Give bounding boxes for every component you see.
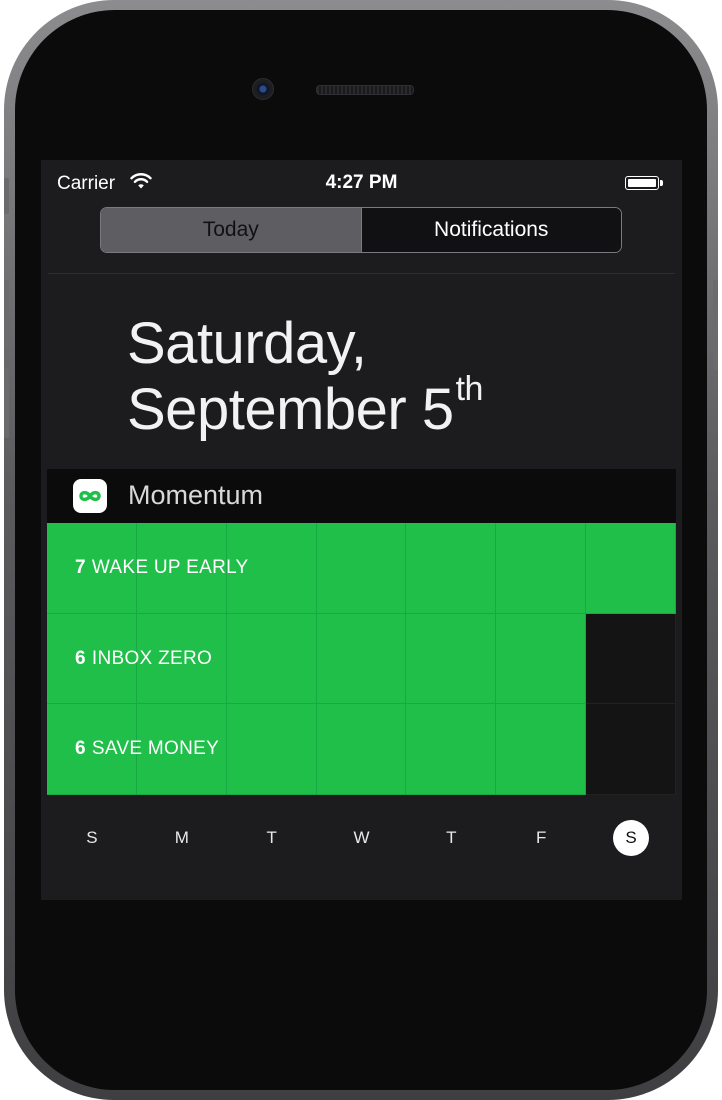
habit-streak-count: 6 [75, 647, 86, 669]
volume-down-button [4, 368, 9, 438]
widget-header[interactable]: Momentum [47, 469, 676, 523]
habit-day-completed[interactable] [496, 613, 587, 705]
habit-day-completed[interactable] [586, 523, 676, 614]
habit-day-empty[interactable] [586, 613, 676, 705]
habit-day-completed[interactable] [316, 704, 407, 795]
day-label: T [446, 828, 457, 847]
status-bar: Carrier 4:27 PM [41, 160, 682, 204]
habit-row-label: 7 WAKE UP EARLY [75, 557, 249, 579]
habit-day-completed[interactable] [316, 613, 407, 705]
power-button [713, 280, 718, 370]
infinity-icon [73, 479, 107, 513]
habit-grid: 7 WAKE UP EARLY 6 INBOX ZERO 6 SAVE MONEY [47, 523, 676, 795]
habit-day-completed[interactable] [496, 704, 587, 795]
day-label: S [86, 828, 98, 847]
day-label-current: S [613, 820, 650, 856]
tab-today[interactable]: Today [101, 208, 362, 252]
battery-icon [625, 176, 663, 190]
mute-switch [4, 178, 9, 214]
status-time: 4:27 PM [325, 172, 398, 193]
date-month-day: September 5th [127, 370, 483, 443]
habit-day-completed[interactable] [406, 613, 497, 705]
front-camera-icon [252, 78, 274, 100]
day-label: W [353, 828, 370, 847]
habit-streak-count: 7 [75, 557, 86, 578]
notification-center: Carrier 4:27 PM Today Notifications Satu… [41, 160, 682, 900]
day-label: M [174, 828, 189, 847]
habit-name: INBOX ZERO [91, 647, 213, 669]
header-divider [48, 273, 675, 274]
habit-name: SAVE MONEY [91, 738, 220, 760]
weekday-row: SMTWTFS [47, 820, 676, 860]
habit-name: WAKE UP EARLY [91, 557, 249, 578]
day-label: F [536, 828, 547, 847]
habit-day-empty[interactable] [586, 704, 676, 795]
habit-day-completed[interactable] [496, 523, 587, 614]
habit-row-label: 6 INBOX ZERO [75, 648, 212, 670]
habit-day-completed[interactable] [316, 523, 407, 614]
volume-up-button [4, 280, 9, 350]
widget-title: Momentum [128, 480, 264, 510]
habit-day-completed[interactable] [226, 613, 317, 705]
view-segmented-control: Today Notifications [100, 207, 622, 253]
habit-streak-count: 6 [75, 738, 86, 760]
date-month-text: September 5 [127, 377, 454, 442]
date-weekday: Saturday, [127, 311, 367, 376]
date-ordinal-suffix: th [455, 370, 484, 408]
habit-day-completed[interactable] [226, 704, 317, 795]
habit-day-completed[interactable] [406, 523, 497, 614]
habit-row-label: 6 SAVE MONEY [75, 738, 219, 760]
tab-notifications[interactable]: Notifications [361, 208, 621, 252]
earpiece-speaker [316, 85, 414, 95]
habit-day-completed[interactable] [406, 704, 497, 795]
day-label: T [266, 828, 277, 847]
